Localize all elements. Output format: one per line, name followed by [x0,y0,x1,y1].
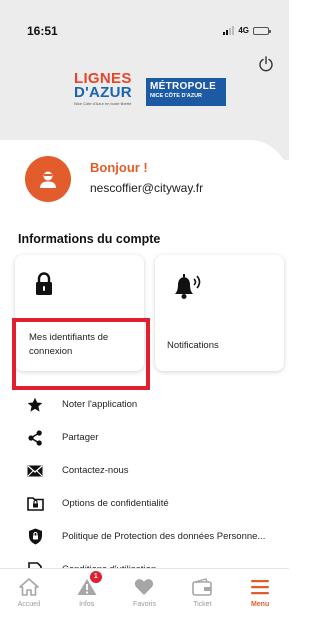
logo-lignes-line2: D'AZUR [74,84,132,101]
menu-label: Options de confidentialité [62,498,169,509]
folder-lock-icon [26,495,44,513]
signal-icon [223,25,235,35]
avatar [25,156,71,202]
power-icon [259,56,273,72]
user-icon [40,171,56,188]
highlight-annotation [12,318,150,390]
metropole-nice-logo: MÉTROPOLE NICE CÔTE D'AZUR [146,78,226,106]
menu-label: Partager [62,432,99,443]
menu-item-privacy-options[interactable]: Options de confidentialité [0,487,289,520]
tab-label: Infos [79,601,95,608]
menu-label: Politique de Protection des données Pers… [62,531,266,542]
tab-accueil[interactable]: Accueil [0,569,58,619]
tab-label: Accueil [17,601,41,608]
tab-favoris[interactable]: Favoris [116,569,174,619]
logo-lignes-tagline: Nice Côte d'Azur en toute liberté [74,101,132,106]
section-title: Informations du compte [18,232,161,246]
battery-icon [253,26,271,35]
menu-label: Contactez-nous [62,465,129,476]
status-bar: 16:51 4G [0,0,289,38]
wallet-icon [191,577,213,597]
card-notifications-label: Notifications [167,340,219,351]
tab-menu[interactable]: Menu [231,569,289,619]
menu-item-rate-app[interactable]: Noter l'application [0,388,289,421]
tab-ticket[interactable]: Ticket [173,569,231,619]
menu-icon [249,577,271,597]
share-icon [26,429,44,447]
status-time: 16:51 [27,24,58,38]
menu-item-data-protection-policy[interactable]: Politique de Protection des données Pers… [0,520,289,553]
logo-metropole-line2: NICE CÔTE D'AZUR [150,93,203,99]
greeting: Bonjour ! [90,160,148,175]
logo-metropole-line1: MÉTROPOLE [150,81,217,92]
star-icon [26,396,44,414]
lignes-dazur-logo: LIGNES D'AZUR Nice Côte d'Azur en toute … [74,71,140,112]
tab-label: Favoris [133,601,156,608]
heart-icon [133,577,155,597]
user-email: nescoffier@cityway.fr [90,181,204,195]
menu-label: Noter l'application [62,399,138,410]
menu-item-share[interactable]: Partager [0,421,289,454]
tab-infos[interactable]: 1 Infos [58,569,116,619]
tab-label: Ticket [193,601,212,608]
card-notifications[interactable]: Notifications [155,255,284,371]
tab-label: Menu [250,601,270,608]
logout-power-button[interactable] [258,56,274,72]
infos-badge: 1 [89,571,102,583]
lock-icon [34,272,54,301]
status-indicators: 4G [223,25,271,35]
bottom-tab-bar: Accueil 1 Infos Favoris Ticket Menu [0,568,289,619]
network-type: 4G [238,26,249,35]
shield-lock-icon [26,528,44,546]
envelope-icon [26,462,44,480]
home-icon [18,577,40,597]
menu-item-contact[interactable]: Contactez-nous [0,454,289,487]
bell-ringing-icon [171,271,205,306]
